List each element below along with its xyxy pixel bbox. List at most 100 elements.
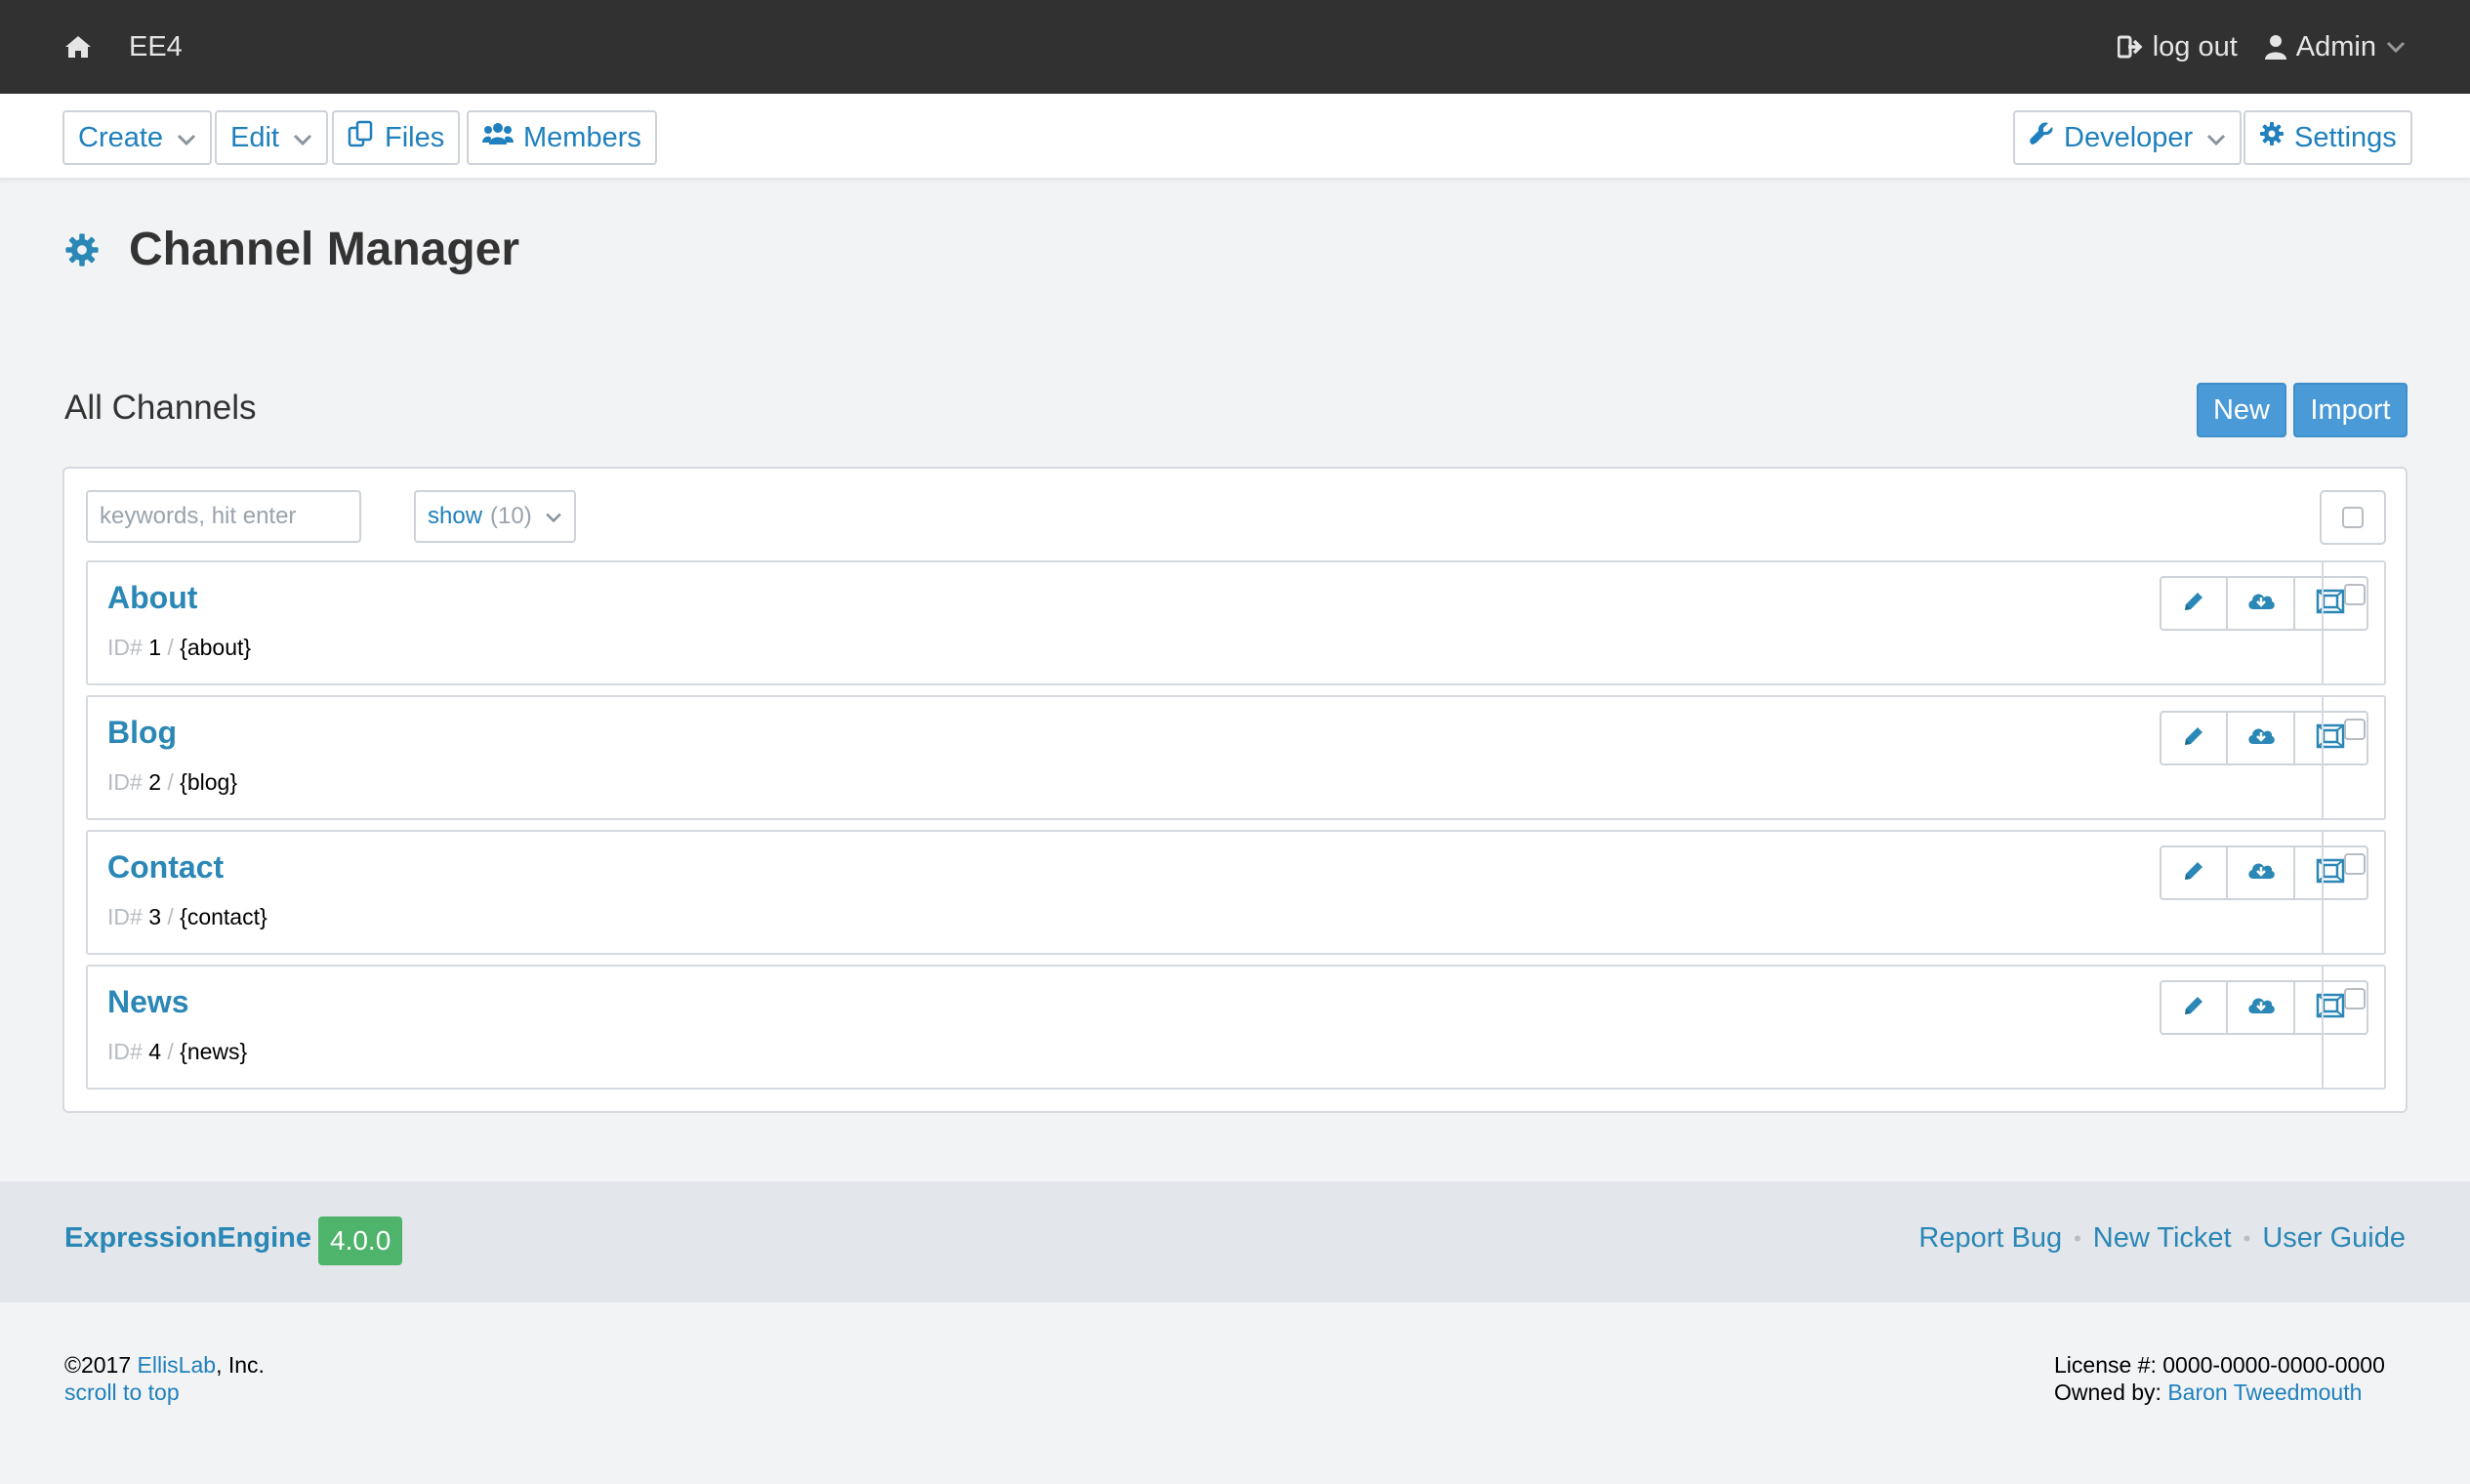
- channel-id: 4: [148, 1039, 161, 1064]
- channel-name-link[interactable]: About: [107, 580, 197, 616]
- pencil-icon: [2182, 994, 2205, 1022]
- search-input[interactable]: [86, 490, 361, 543]
- row-checkbox[interactable]: [2344, 584, 2366, 605]
- page-header: Channel Manager: [64, 223, 519, 276]
- chevron-down-icon: [2206, 122, 2226, 154]
- logout-label: log out: [2152, 30, 2238, 62]
- site-name-link[interactable]: EE4: [129, 31, 183, 63]
- members-button[interactable]: Members: [467, 110, 657, 165]
- license-label: License #:: [2054, 1352, 2157, 1378]
- chevron-down-icon: [293, 122, 312, 154]
- create-menu-button[interactable]: Create: [62, 110, 213, 165]
- id-label: ID#: [107, 635, 143, 660]
- developer-menu-button[interactable]: Developer: [2013, 110, 2243, 165]
- settings-button[interactable]: Settings: [2244, 110, 2412, 165]
- download-button[interactable]: [2228, 713, 2295, 763]
- user-menu[interactable]: Admin: [2264, 31, 2406, 63]
- main-nav: Create Edit Files Members Developer Sett…: [0, 94, 2470, 180]
- owner-label: Owned by:: [2054, 1380, 2161, 1405]
- row-checkbox[interactable]: [2344, 988, 2366, 1010]
- channel-meta: ID# 4 / {news}: [107, 1039, 247, 1065]
- user-guide-link[interactable]: User Guide: [2262, 1222, 2406, 1255]
- select-all-checkbox[interactable]: [2342, 507, 2364, 528]
- files-button[interactable]: Files: [332, 110, 461, 165]
- logout-icon: [2117, 35, 2143, 59]
- report-bug-link[interactable]: Report Bug: [1918, 1222, 2062, 1255]
- chevron-down-icon: [545, 503, 562, 530]
- page-title: Channel Manager: [129, 224, 520, 275]
- show-label: show: [428, 503, 483, 529]
- pencil-icon: [2182, 590, 2205, 618]
- settings-label: Settings: [2294, 121, 2397, 153]
- channel-name-link[interactable]: News: [107, 984, 189, 1020]
- chevron-down-icon: [177, 122, 196, 154]
- company-suffix: , Inc.: [216, 1352, 265, 1378]
- edit-button[interactable]: [2161, 982, 2229, 1033]
- gear-icon: [64, 232, 100, 268]
- channel-list-panel: show (10) About ID# 1 / {about} Blog ID#…: [62, 467, 2408, 1113]
- download-button[interactable]: [2228, 847, 2295, 898]
- license-number: 0000-0000-0000-0000: [2162, 1352, 2385, 1378]
- logout-link[interactable]: log out: [2117, 30, 2238, 63]
- edit-button[interactable]: [2161, 847, 2229, 898]
- edit-menu-button[interactable]: Edit: [215, 110, 328, 165]
- edit-button[interactable]: [2161, 713, 2229, 763]
- edit-button[interactable]: [2161, 578, 2229, 629]
- row-select-cell: [2322, 830, 2386, 955]
- channel-name-link[interactable]: Contact: [107, 849, 224, 886]
- id-label: ID#: [107, 1039, 143, 1064]
- cloud-download-icon: [2246, 859, 2276, 887]
- company-link[interactable]: EllisLab: [138, 1352, 217, 1378]
- home-icon[interactable]: [64, 32, 94, 62]
- copyright-block: ©2017 EllisLab, Inc. scroll to top: [64, 1351, 265, 1406]
- files-label: Files: [385, 121, 445, 153]
- files-icon: [348, 120, 375, 155]
- owner-line: Owned by: Baron Tweedmouth: [2054, 1379, 2385, 1406]
- separator: /: [167, 904, 174, 929]
- select-all-toggle[interactable]: [2320, 490, 2386, 545]
- create-label: Create: [78, 121, 164, 153]
- wrench-icon: [2029, 121, 2054, 154]
- top-bar: EE4 log out Admin: [0, 0, 2470, 94]
- channel-row: Contact ID# 3 / {contact}: [86, 830, 2386, 955]
- channel-short-name: {news}: [180, 1039, 248, 1064]
- download-button[interactable]: [2228, 982, 2295, 1033]
- developer-label: Developer: [2064, 121, 2194, 153]
- channel-id: 1: [148, 635, 161, 660]
- id-label: ID#: [107, 904, 143, 929]
- import-channel-button[interactable]: Import: [2293, 383, 2408, 437]
- user-icon: [2264, 34, 2286, 60]
- row-select-cell: [2322, 695, 2386, 820]
- channel-short-name: {contact}: [180, 904, 268, 929]
- download-button[interactable]: [2228, 578, 2295, 629]
- row-select-cell: [2322, 965, 2386, 1090]
- channel-row: About ID# 1 / {about}: [86, 560, 2386, 685]
- channel-id: 2: [148, 769, 161, 795]
- channel-name-link[interactable]: Blog: [107, 715, 177, 751]
- pencil-icon: [2182, 724, 2205, 753]
- row-checkbox[interactable]: [2344, 719, 2366, 740]
- gear-icon: [2259, 121, 2285, 154]
- new-ticket-link[interactable]: New Ticket: [2093, 1222, 2232, 1255]
- separator: /: [167, 769, 174, 795]
- license-block: License #: 0000-0000-0000-0000 Owned by:…: [2054, 1351, 2385, 1406]
- license-line: License #: 0000-0000-0000-0000: [2054, 1351, 2385, 1379]
- channel-id: 3: [148, 904, 161, 929]
- row-checkbox[interactable]: [2344, 853, 2366, 875]
- separator: /: [167, 635, 174, 660]
- brand-link[interactable]: ExpressionEngine: [64, 1222, 311, 1255]
- show-count-select[interactable]: show (10): [414, 490, 576, 543]
- channel-meta: ID# 1 / {about}: [107, 635, 251, 661]
- channel-short-name: {blog}: [180, 769, 238, 795]
- pencil-icon: [2182, 859, 2205, 887]
- channel-row: News ID# 4 / {news}: [86, 965, 2386, 1090]
- scroll-to-top-link[interactable]: scroll to top: [64, 1380, 180, 1405]
- channel-meta: ID# 2 / {blog}: [107, 769, 237, 796]
- channel-row: Blog ID# 2 / {blog}: [86, 695, 2386, 820]
- cloud-download-icon: [2246, 590, 2276, 618]
- new-channel-button[interactable]: New: [2197, 383, 2286, 437]
- separator: /: [167, 1039, 174, 1064]
- cloud-download-icon: [2246, 994, 2276, 1022]
- edit-label: Edit: [230, 121, 279, 153]
- owner-link[interactable]: Baron Tweedmouth: [2167, 1380, 2362, 1405]
